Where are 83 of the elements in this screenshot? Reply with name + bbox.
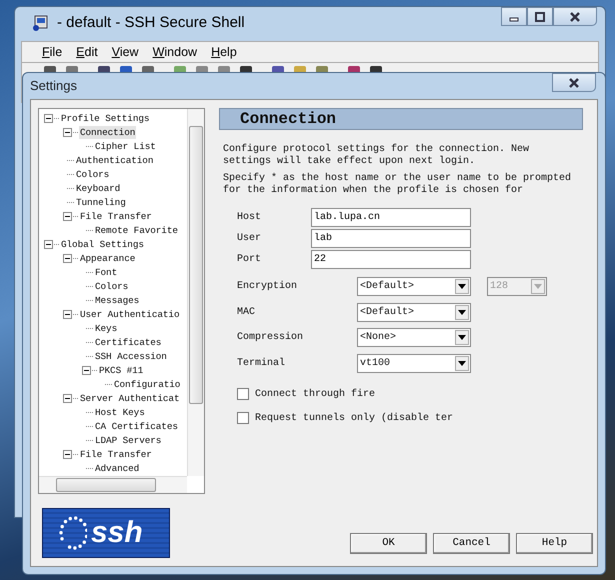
tree-item[interactable]: SSH Accession xyxy=(94,350,168,362)
close-button[interactable] xyxy=(553,7,597,26)
dialog-button[interactable]: Help xyxy=(516,533,593,554)
text-field[interactable]: 22 xyxy=(311,250,471,269)
close-icon xyxy=(569,12,581,22)
minimize-button[interactable] xyxy=(501,7,527,26)
caret-icon xyxy=(458,284,466,290)
description-text: Configure protocol settings for the connection. New settings will take effect upon next login. xyxy=(223,144,530,168)
menu-item[interactable]: Window xyxy=(146,42,204,62)
checkbox-label: Request tunnels only (disable ter xyxy=(255,412,454,426)
checkbox[interactable] xyxy=(237,412,249,424)
checkbox[interactable] xyxy=(237,388,249,400)
tree-item[interactable]: Global Settings xyxy=(60,238,145,250)
dropdown[interactable]: <Default> xyxy=(357,302,471,322)
field-label: MAC xyxy=(236,306,256,320)
field-label: Encryption xyxy=(236,280,298,294)
collapse-toggle-icon[interactable] xyxy=(82,366,91,374)
tree-item[interactable]: Profile Settings xyxy=(60,112,150,124)
tree-item[interactable]: Advanced xyxy=(94,462,140,474)
caret-icon xyxy=(458,335,466,340)
collapse-toggle-icon[interactable] xyxy=(63,394,72,402)
tree-item[interactable]: Server Authenticat xyxy=(79,392,180,404)
maximize-button[interactable] xyxy=(527,7,553,26)
vertical-scrollbar[interactable] xyxy=(187,109,204,476)
tree-item[interactable]: Colors xyxy=(75,168,110,180)
caret-icon xyxy=(458,310,466,315)
tree-item[interactable]: PKCS #11 xyxy=(98,364,144,376)
tree-item[interactable]: Certificates xyxy=(94,336,162,348)
dialog-button[interactable]: OK xyxy=(350,533,427,554)
caret-icon xyxy=(534,284,542,290)
dropdown[interactable]: <Default> xyxy=(357,277,471,296)
ssh-logo: ssh xyxy=(42,508,170,558)
text-field[interactable]: lab.lupa.cn xyxy=(311,208,471,227)
tree-item[interactable]: Remote Favorite xyxy=(94,224,179,236)
tree-item[interactable]: Configuratio xyxy=(113,378,182,390)
tree-item[interactable]: File Transfer xyxy=(79,448,153,460)
close-button[interactable] xyxy=(552,73,596,92)
field-label: Compression xyxy=(236,330,304,346)
menu-item[interactable]: File xyxy=(36,42,68,62)
collapse-toggle-icon[interactable] xyxy=(63,310,72,318)
tree-item[interactable]: Keys xyxy=(94,322,118,334)
field-label: Terminal xyxy=(236,356,286,371)
tree-item[interactable]: Cipher List xyxy=(94,140,157,152)
horizontal-scrollbar[interactable] xyxy=(39,476,187,493)
tree-item[interactable]: Messages xyxy=(94,294,140,306)
tree-item[interactable]: Authentication xyxy=(75,154,154,166)
tree-item[interactable]: Colors xyxy=(94,280,130,292)
collapse-toggle-icon[interactable] xyxy=(63,450,72,458)
tree-item[interactable]: Appearance xyxy=(79,252,136,264)
dropdown[interactable]: <None> xyxy=(357,328,471,348)
tree-item[interactable]: CA Certificates xyxy=(94,420,179,432)
collapse-toggle-icon[interactable] xyxy=(63,254,72,262)
collapse-toggle-icon[interactable] xyxy=(44,240,53,248)
tree-item[interactable]: User Authenticatio xyxy=(79,308,180,320)
menu-item[interactable]: Help xyxy=(205,42,243,62)
tree-item[interactable]: Host Keys xyxy=(94,406,146,418)
close-icon xyxy=(568,78,580,88)
collapse-toggle-icon[interactable] xyxy=(44,114,53,122)
field-label: User xyxy=(236,232,262,246)
menu-item[interactable]: Edit xyxy=(70,42,104,62)
caret-icon xyxy=(458,360,466,366)
field-label: Host xyxy=(236,211,262,225)
menu-item[interactable]: View xyxy=(106,42,145,62)
panel-heading: Connection xyxy=(219,108,583,130)
checkbox-label: Connect through fire xyxy=(255,388,376,402)
dialog-title: Settings xyxy=(30,77,77,96)
window-title: - default - SSH Secure Shell xyxy=(57,12,245,33)
app-icon xyxy=(31,14,49,32)
tree-item[interactable]: File Transfer xyxy=(79,210,153,222)
description-text: Specify * as the host name or the user name to be prompted for the information when the profile is chosen for xyxy=(223,173,572,197)
dropdown[interactable]: vt100 xyxy=(357,354,471,373)
field-label: Port xyxy=(236,253,262,267)
text-field[interactable]: lab xyxy=(311,229,471,248)
tree-item[interactable]: Tunneling xyxy=(75,196,127,208)
tree-item[interactable]: Connection xyxy=(79,126,136,138)
maximize-icon xyxy=(535,12,545,22)
tree-item[interactable]: LDAP Servers xyxy=(94,434,162,446)
collapse-toggle-icon[interactable] xyxy=(63,128,72,136)
dialog-button[interactable]: Cancel xyxy=(433,533,510,554)
dropdown: 128 xyxy=(487,277,547,296)
tree-item[interactable]: Font xyxy=(94,266,118,278)
collapse-toggle-icon[interactable] xyxy=(63,212,72,220)
tree-item[interactable]: Keyboard xyxy=(75,182,122,194)
